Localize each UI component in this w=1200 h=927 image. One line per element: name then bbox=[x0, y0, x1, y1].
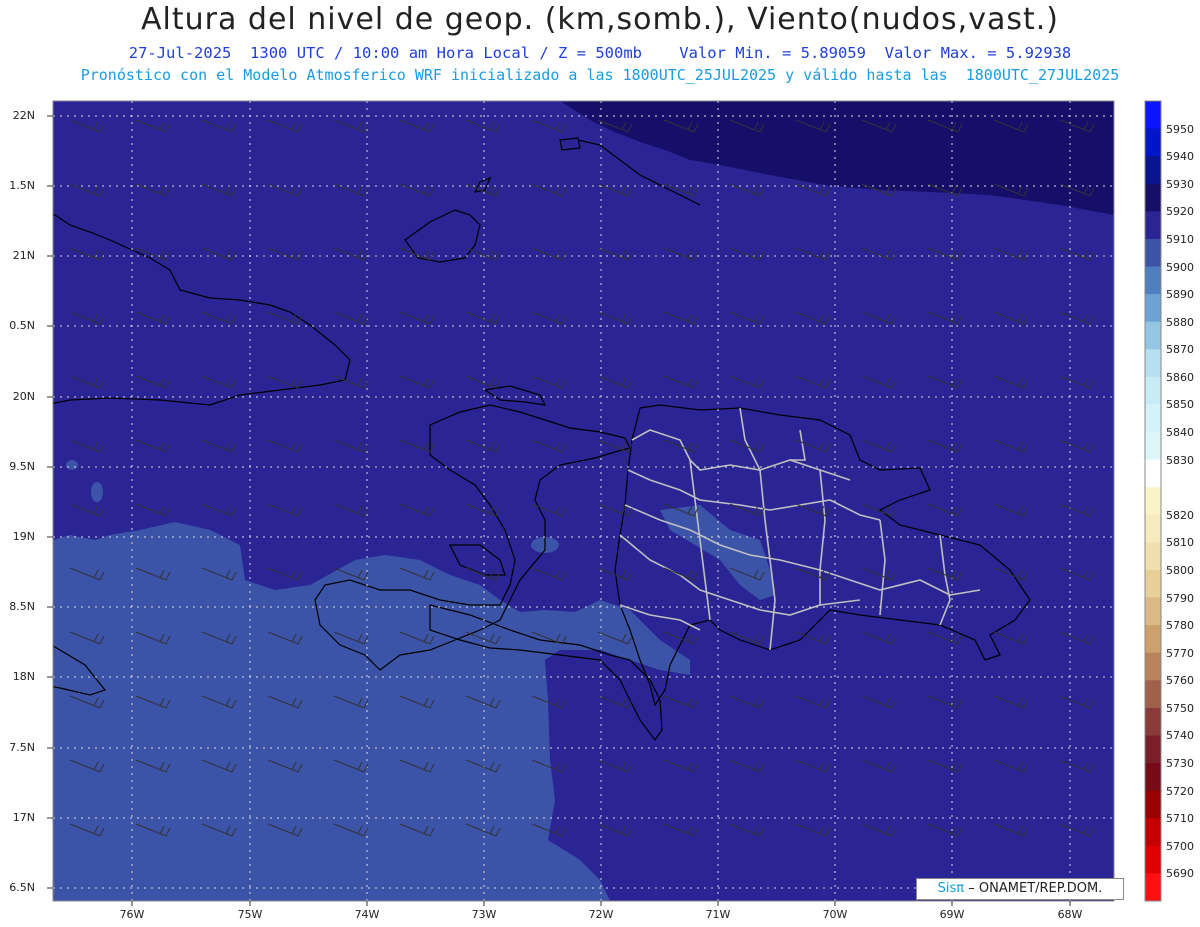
colorbar-label: 5690 bbox=[1166, 867, 1194, 881]
colorbar-swatch bbox=[1145, 735, 1161, 764]
colorbar-label: 5950 bbox=[1166, 122, 1194, 136]
lat-label: 18N bbox=[12, 670, 35, 683]
lon-label: 71W bbox=[705, 908, 731, 921]
colorbar-label: 5880 bbox=[1166, 315, 1194, 329]
colorbar-swatch bbox=[1145, 569, 1161, 599]
colorbar-label: 5940 bbox=[1166, 150, 1194, 164]
colorbar bbox=[1144, 100, 1162, 902]
colorbar-swatch bbox=[1145, 294, 1161, 323]
colorbar-swatch bbox=[1145, 487, 1161, 516]
colorbar-swatch bbox=[1145, 459, 1161, 488]
colorbar-label: 5870 bbox=[1166, 343, 1194, 357]
lon-label: 72W bbox=[588, 908, 614, 921]
colorbar-swatch bbox=[1145, 790, 1161, 819]
colorbar-label: 5890 bbox=[1166, 288, 1194, 302]
lat-label: 6.5N bbox=[9, 881, 35, 894]
lat-label: 22N bbox=[12, 109, 35, 122]
colorbar-label: 5780 bbox=[1166, 619, 1194, 633]
colorbar-swatch bbox=[1145, 542, 1161, 571]
colorbar-label: 5710 bbox=[1166, 812, 1194, 826]
colorbar-swatch bbox=[1145, 432, 1161, 461]
colorbar-swatch bbox=[1145, 211, 1161, 240]
colorbar-swatch bbox=[1145, 818, 1161, 847]
lon-label: 74W bbox=[354, 908, 380, 921]
lon-label: 69W bbox=[939, 908, 965, 921]
colorbar-swatch bbox=[1145, 707, 1161, 736]
colorbar-swatch bbox=[1145, 873, 1161, 902]
colorbar-swatch bbox=[1145, 652, 1161, 681]
colorbar-swatch bbox=[1145, 349, 1161, 378]
colorbar-label: 5760 bbox=[1166, 674, 1194, 688]
colorbar-swatch bbox=[1145, 845, 1161, 874]
lon-label: 75W bbox=[237, 908, 263, 921]
colorbar-label: 5840 bbox=[1166, 426, 1194, 440]
lat-label: 7.5N bbox=[9, 741, 35, 754]
geopotential-low-patch bbox=[91, 482, 103, 502]
colorbar-label: 5790 bbox=[1166, 591, 1194, 605]
credit-text: – ONAMET/REP.DOM. bbox=[968, 881, 1103, 896]
colorbar-swatch bbox=[1145, 376, 1161, 405]
colorbar-label: 5770 bbox=[1166, 646, 1194, 660]
sis-logo-text: Sisπ bbox=[937, 881, 965, 896]
colorbar-label: 5740 bbox=[1166, 729, 1194, 743]
colorbar-swatch bbox=[1145, 514, 1161, 543]
colorbar-label: 5860 bbox=[1166, 370, 1194, 384]
colorbar-swatch bbox=[1145, 763, 1161, 792]
colorbar-swatch bbox=[1145, 404, 1161, 433]
colorbar-label: 5920 bbox=[1166, 205, 1194, 219]
colorbar-label: 5750 bbox=[1166, 701, 1194, 715]
colorbar-swatch bbox=[1145, 183, 1161, 212]
lat-label: 9.5N bbox=[9, 460, 35, 473]
lat-label: 1.5N bbox=[9, 179, 35, 192]
colorbar-label: 5820 bbox=[1166, 508, 1194, 522]
colorbar-label: 5810 bbox=[1166, 536, 1194, 550]
lat-label: 20N bbox=[12, 390, 35, 403]
colorbar-label: 5850 bbox=[1166, 398, 1194, 412]
lat-label: 8.5N bbox=[9, 600, 35, 613]
colorbar-swatch bbox=[1145, 156, 1161, 185]
lon-label: 73W bbox=[471, 908, 497, 921]
geopotential-low-patch bbox=[66, 460, 78, 470]
colorbar-swatch bbox=[1145, 625, 1161, 654]
colorbar-label: 5900 bbox=[1166, 260, 1194, 274]
colorbar-swatch bbox=[1145, 266, 1161, 295]
colorbar-label: 5800 bbox=[1166, 563, 1194, 577]
colorbar-swatch bbox=[1145, 597, 1161, 626]
lat-label: 0.5N bbox=[9, 319, 35, 332]
colorbar-label: 5700 bbox=[1166, 839, 1194, 853]
lon-label: 70W bbox=[822, 908, 848, 921]
colorbar-swatch bbox=[1145, 321, 1161, 350]
lat-label: 19N bbox=[12, 530, 35, 543]
colorbar-label: 5830 bbox=[1166, 453, 1194, 467]
lon-label: 76W bbox=[119, 908, 145, 921]
colorbar-label: 5910 bbox=[1166, 232, 1194, 246]
forecast-map bbox=[47, 100, 1162, 906]
colorbar-swatch bbox=[1145, 101, 1161, 130]
colorbar-swatch bbox=[1145, 680, 1161, 709]
plot-area bbox=[53, 101, 1114, 901]
credit-box: Sisπ – ONAMET/REP.DOM. bbox=[916, 878, 1124, 900]
lat-label: 21N bbox=[12, 249, 35, 262]
colorbar-swatch bbox=[1145, 128, 1161, 157]
colorbar-label: 5730 bbox=[1166, 757, 1194, 771]
colorbar-label: 5720 bbox=[1166, 784, 1194, 798]
lat-label: 17N bbox=[12, 811, 35, 824]
lon-label: 68W bbox=[1057, 908, 1083, 921]
colorbar-swatch bbox=[1145, 238, 1161, 268]
colorbar-label: 5930 bbox=[1166, 177, 1194, 191]
